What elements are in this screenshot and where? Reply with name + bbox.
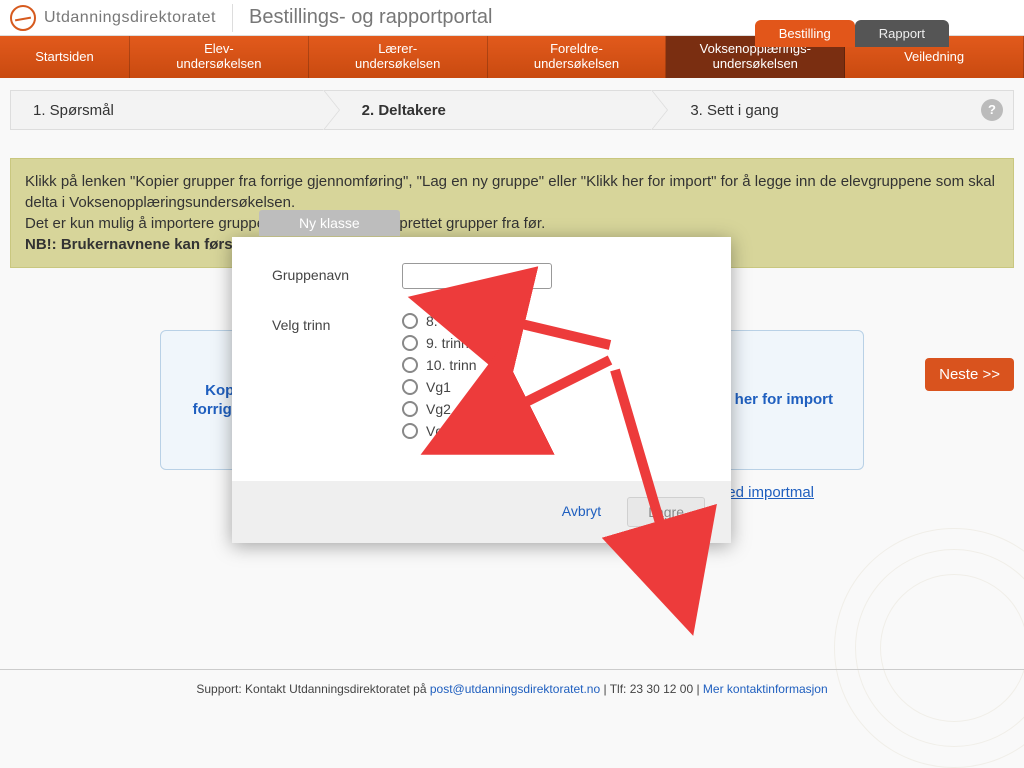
- nav-laerer[interactable]: Lærer- undersøkelsen: [309, 36, 488, 78]
- cancel-button[interactable]: Avbryt: [558, 497, 605, 527]
- nav-foreldre[interactable]: Foreldre- undersøkelsen: [488, 36, 667, 78]
- portal-title: Bestillings- og rapportportal: [249, 6, 492, 29]
- divider: [232, 4, 233, 32]
- radio-icon: [402, 313, 418, 329]
- footer-phone: 23 30 12 00: [630, 682, 693, 696]
- tab-rapport[interactable]: Rapport: [855, 20, 949, 47]
- nav-startsiden[interactable]: Startsiden: [0, 36, 130, 78]
- radio-icon: [402, 335, 418, 351]
- radio-icon: [402, 379, 418, 395]
- radio-vg3[interactable]: Vg3: [402, 423, 477, 439]
- group-name-input[interactable]: [402, 263, 552, 289]
- group-name-label: Gruppenavn: [272, 263, 402, 283]
- tab-bestilling[interactable]: Bestilling: [755, 20, 855, 47]
- new-class-modal: Ny klasse Gruppenavn Velg trinn 8. trinn…: [232, 237, 731, 543]
- org-name: Utdanningsdirektoratet: [44, 9, 216, 27]
- footer-prefix: Support: Kontakt Utdanningsdirektoratet …: [196, 682, 429, 696]
- nav-elev[interactable]: Elev- undersøkelsen: [130, 36, 309, 78]
- radio-9-trinn[interactable]: 9. trinn: [402, 335, 477, 351]
- info-line-1: Klikk på lenken "Kopier grupper fra forr…: [25, 171, 999, 213]
- mode-tabs: Bestilling Rapport: [755, 20, 949, 47]
- next-button[interactable]: Neste >>: [925, 358, 1014, 391]
- chevron-right-icon: [324, 90, 340, 130]
- help-icon[interactable]: ?: [981, 99, 1003, 121]
- wizard-steps: 1. Spørsmål 2. Deltakere 3. Sett i gang …: [10, 90, 1014, 130]
- trinn-label: Velg trinn: [272, 313, 402, 333]
- save-button[interactable]: Lagre: [627, 497, 705, 527]
- radio-vg1[interactable]: Vg1: [402, 379, 477, 395]
- wizard-step-1[interactable]: 1. Spørsmål: [11, 102, 324, 119]
- logo: Utdanningsdirektoratet: [10, 5, 216, 31]
- radio-icon: [402, 357, 418, 373]
- modal-title: Ny klasse: [259, 210, 400, 236]
- wizard-step-2[interactable]: 2. Deltakere: [340, 102, 653, 119]
- footer: Support: Kontakt Utdanningsdirektoratet …: [0, 669, 1024, 696]
- footer-more-link[interactable]: Mer kontaktinformasjon: [703, 682, 828, 696]
- wizard-step-3[interactable]: 3. Sett i gang: [668, 102, 981, 119]
- radio-8-trinn[interactable]: 8. trinn: [402, 313, 477, 329]
- footer-email-link[interactable]: post@utdanningsdirektoratet.no: [430, 682, 600, 696]
- radio-icon: [402, 423, 418, 439]
- footer-phone-prefix: | Tlf:: [603, 682, 629, 696]
- trinn-radio-group: 8. trinn 9. trinn 10. trinn Vg1 Vg2 Vg3: [402, 313, 477, 439]
- chevron-right-icon: [652, 90, 668, 130]
- info-line-2: Det er kun mulig å importere grupper hvi…: [25, 213, 999, 234]
- radio-vg2[interactable]: Vg2: [402, 401, 477, 417]
- decorative-swirl: [834, 528, 1024, 768]
- radio-10-trinn[interactable]: 10. trinn: [402, 357, 477, 373]
- radio-icon: [402, 401, 418, 417]
- logo-icon: [10, 5, 36, 31]
